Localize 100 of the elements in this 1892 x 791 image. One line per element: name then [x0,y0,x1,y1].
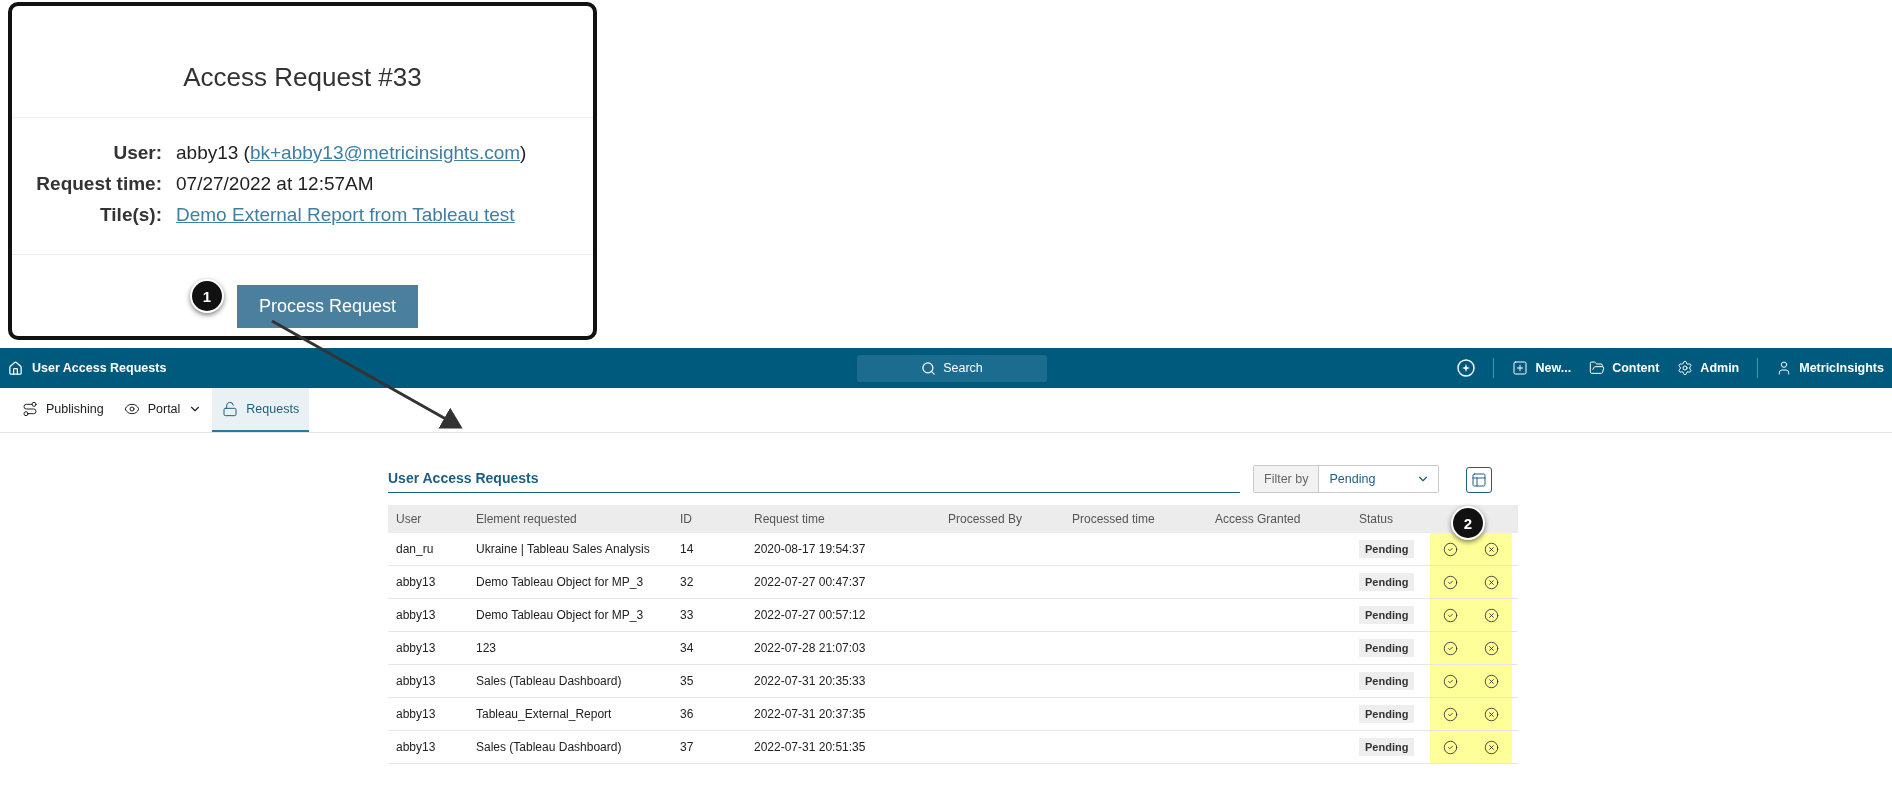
table-cell-text: Sales (Tableau Dashboard) [475,739,623,756]
reject-button[interactable] [1484,607,1499,623]
nav-menu-item[interactable]: MetricInsights [1776,360,1884,376]
lock-icon [222,401,239,417]
reject-button[interactable] [1484,706,1499,722]
field-value: 07/27/2022 at 12:57AM [176,173,375,195]
tab[interactable]: Publishing [12,388,114,432]
x-circle-icon [1484,673,1499,689]
field-label: Request time: [35,173,162,195]
table-cell-text: 2022-07-31 20:35:33 [753,673,867,690]
nav-menu-item[interactable]: Content [1589,360,1660,376]
reject-button[interactable] [1484,541,1499,557]
table-cell-text: 32 [679,574,695,591]
table-cell-text: 2022-07-31 20:51:35 [753,739,867,756]
check-circle-icon [1443,607,1458,623]
table-cell-text: Ukraine | Tableau Sales Analysis [475,541,651,558]
field-label: User: [112,142,162,164]
table-cell-text: 123 [475,640,498,657]
table-cell-text: abby13 [395,706,437,723]
tab[interactable]: Requests [212,388,310,432]
layout-icon [1471,472,1488,488]
check-circle-icon [1443,574,1458,590]
table-cell-text: 34 [679,640,695,657]
reject-button[interactable] [1484,574,1499,590]
email-title: Access Request #33 [182,61,423,94]
column-header: ID [679,512,693,526]
x-circle-icon [1484,739,1499,755]
table-cell-text: abby13 [395,607,437,624]
x-circle-icon [1484,574,1499,590]
column-header: Processed By [947,512,1024,526]
status-tag: Pending [1359,573,1415,591]
folder-icon [1589,360,1606,376]
table-cell-text: 2020-08-17 19:54:37 [753,541,867,558]
approve-button[interactable] [1443,574,1458,590]
search-field[interactable]: Search [857,354,1047,382]
column-header: Access Granted [1214,512,1302,526]
table-cell-text: abby13 [395,640,437,657]
table-cell-text: 35 [679,673,695,690]
table-cell-text: 33 [679,607,695,624]
check-circle-icon [1443,706,1458,722]
column-header: Processed time [1071,512,1156,526]
panel-title: User Access Requests [388,470,1240,493]
reject-button[interactable] [1484,673,1499,689]
route-icon [22,401,38,417]
reject-button[interactable] [1484,640,1499,656]
column-header: Status [1358,512,1395,526]
field-label: Tile(s): [99,204,162,226]
x-circle-icon [1484,607,1499,623]
approve-button[interactable] [1443,640,1458,656]
check-circle-icon [1443,640,1458,656]
table-cell-text: 2022-07-28 21:07:03 [753,640,867,657]
eye-icon [123,401,140,417]
column-header: User [395,512,423,526]
table-cell-text: Demo Tableau Object for MP_3 [475,574,645,591]
table-cell-text: Sales (Tableau Dashboard) [475,673,623,690]
table-cell-text: dan_ru [395,541,435,558]
home-icon[interactable] [8,360,23,376]
status-tag: Pending [1359,540,1415,558]
table-cell-text: 2022-07-27 00:57:12 [753,607,867,624]
filter-label: Filter by [1254,466,1320,492]
column-header: Request time [753,512,826,526]
search-icon [921,360,937,376]
tile-link[interactable]: Demo External Report from Tableau test [176,204,515,225]
x-circle-icon [1484,640,1499,656]
nav-menu-item[interactable]: Admin [1677,360,1740,376]
table-cell-text: Tableau_External_Report [475,706,613,723]
approve-button[interactable] [1443,607,1458,623]
x-circle-icon [1484,541,1499,557]
table-cell-text: 37 [679,739,695,756]
table-cell-text: Demo Tableau Object for MP_3 [475,607,645,624]
check-circle-icon [1443,739,1458,755]
layout-button[interactable] [1466,467,1493,493]
table-cell-text: 2022-07-27 00:47:37 [753,574,867,591]
approve-button[interactable] [1443,739,1458,755]
approve-button[interactable] [1443,706,1458,722]
status-tag: Pending [1359,705,1415,723]
check-circle-icon [1443,673,1458,689]
status-tag: Pending [1359,606,1415,624]
status-tag: Pending [1359,639,1415,657]
process-request-button[interactable]: Process Request [237,285,418,328]
settings-icon [1677,360,1694,376]
plus-square-icon [1512,360,1529,376]
user-value: abby13 (bk+abby13@metricinsights.com) [176,142,528,164]
table-cell-text: abby13 [395,673,437,690]
table-cell-text: 36 [679,706,695,723]
table-cell-text: abby13 [395,739,437,756]
reject-button[interactable] [1484,739,1499,755]
email-link[interactable]: bk+abby13@metricinsights.com [249,142,521,163]
tab[interactable]: Portal [113,388,213,432]
page-title: User Access Requests [32,361,167,375]
table-cell-text: 2022-07-31 20:37:35 [753,706,867,723]
approve-button[interactable] [1443,673,1458,689]
status-tag: Pending [1359,738,1415,756]
status-tag: Pending [1359,672,1415,690]
check-circle-icon [1443,541,1458,557]
column-header: Element requested [475,512,578,526]
table-cell-text: 14 [679,541,695,558]
table-cell-text: abby13 [395,574,437,591]
approve-button[interactable] [1443,541,1458,557]
nav-menu-item[interactable]: New... [1512,360,1572,376]
